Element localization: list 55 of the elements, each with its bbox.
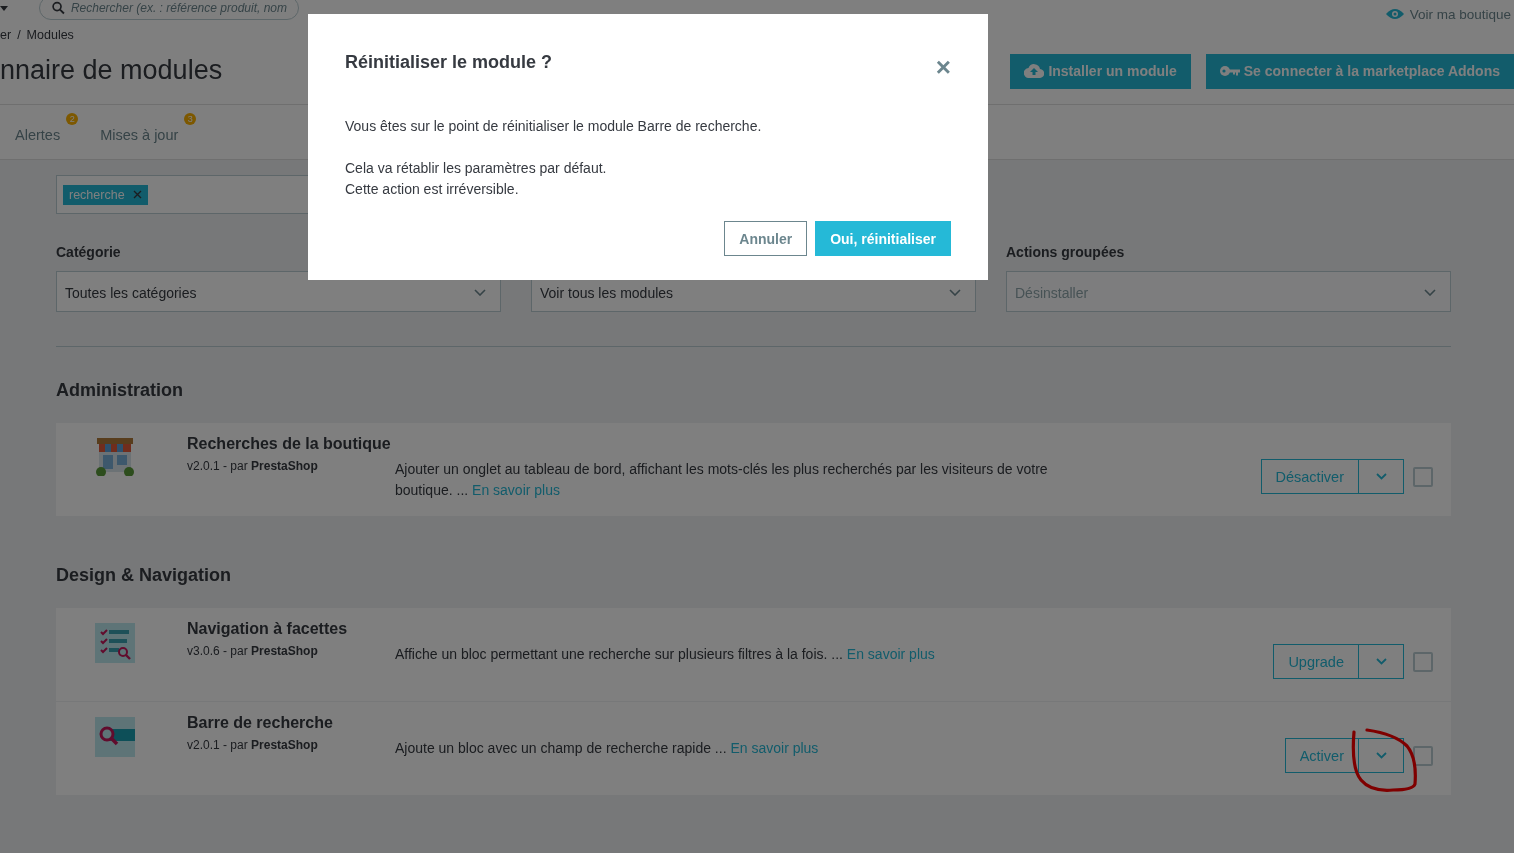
section-title: Design & Navigation: [56, 565, 233, 586]
dialog-title: Réinitialiser le module ?: [345, 52, 553, 73]
dropdown-toggle-button[interactable]: [1358, 459, 1404, 494]
chevron-down-icon: [474, 289, 486, 296]
module-version: v3.0.6 - par PrestaShop: [187, 644, 319, 658]
learn-more-link[interactable]: En savoir plus: [846, 646, 935, 662]
dropdown-toggle-button[interactable]: [1358, 644, 1404, 679]
learn-more-link[interactable]: En savoir plus: [730, 740, 819, 756]
checklist-search-icon: [95, 623, 135, 663]
module-name: Recherches de la boutique: [187, 435, 392, 453]
eye-icon: [1385, 8, 1404, 20]
field-label: Actions groupées: [1006, 244, 1126, 261]
chevron-down-icon: [949, 289, 961, 296]
section-title: Administration: [56, 380, 184, 401]
learn-more-link[interactable]: En savoir plus: [472, 482, 560, 498]
close-icon[interactable]: [132, 190, 142, 199]
count-badge: 3: [184, 113, 197, 125]
cloud-upload-icon: [1024, 64, 1045, 78]
chevron-down-icon: [1375, 752, 1387, 759]
module-action-button[interactable]: Désactiver: [1260, 459, 1359, 494]
count-badge: 2: [66, 113, 79, 125]
close-button[interactable]: ×: [935, 56, 951, 78]
module-name: Barre de recherche: [187, 714, 334, 732]
module-action-button[interactable]: Upgrade: [1273, 644, 1359, 679]
page-title: nnaire de modules: [0, 54, 223, 86]
storefront-icon: [95, 438, 135, 476]
field-label: Catégorie: [56, 244, 122, 261]
install-button[interactable]: Installer un module: [1010, 53, 1191, 89]
cancel-button[interactable]: Annuler: [724, 221, 808, 256]
checkbox[interactable]: [1413, 466, 1433, 487]
chevron-down-icon: [1375, 658, 1387, 665]
dropdown-toggle-button[interactable]: [1358, 738, 1404, 773]
filter-tag[interactable]: recherche: [63, 184, 148, 205]
breadcrumb-item[interactable]: er: [0, 28, 12, 44]
module-version: v2.0.1 - par PrestaShop: [187, 459, 319, 473]
module-description: Ajouter un onglet au tableau de bord, affichant les mots-clés les plus recherchés par les visiteurs de votre boutique. ... En savoir plus: [395, 460, 1049, 500]
module-name: Navigation à facettes: [187, 620, 349, 638]
checkbox[interactable]: [1413, 745, 1433, 766]
view-shop-link[interactable]: Voir ma boutique: [1385, 6, 1511, 22]
key-icon: [1219, 65, 1240, 77]
checkbox[interactable]: [1413, 651, 1433, 672]
search-bar-icon: [95, 717, 135, 757]
module-description: Affiche un bloc permettant une recherche sur plusieurs filtres à la fois. ... En savoir plus: [395, 645, 936, 664]
breadcrumb-separator: /: [17, 28, 21, 44]
dialog-message: Vous êtes sur le point de réinitialiser le module Barre de recherche.: [345, 117, 763, 136]
module-action-button[interactable]: Activer: [1284, 738, 1359, 773]
connect-button[interactable]: Se connecter à la marketplace Addons: [1205, 53, 1514, 89]
module-description: Ajoute un bloc avec un champ de recherche rapide ... En savoir plus: [395, 739, 820, 758]
breadcrumb-item[interactable]: Modules: [26, 28, 74, 44]
chevron-down-icon: [1424, 289, 1436, 296]
module-version: v2.0.1 - par PrestaShop: [187, 738, 319, 752]
caret-icon[interactable]: [0, 5, 8, 11]
confirm-button[interactable]: Oui, réinitialiser: [815, 221, 951, 256]
search-icon: [52, 1, 65, 15]
chevron-down-icon: [1375, 473, 1387, 480]
